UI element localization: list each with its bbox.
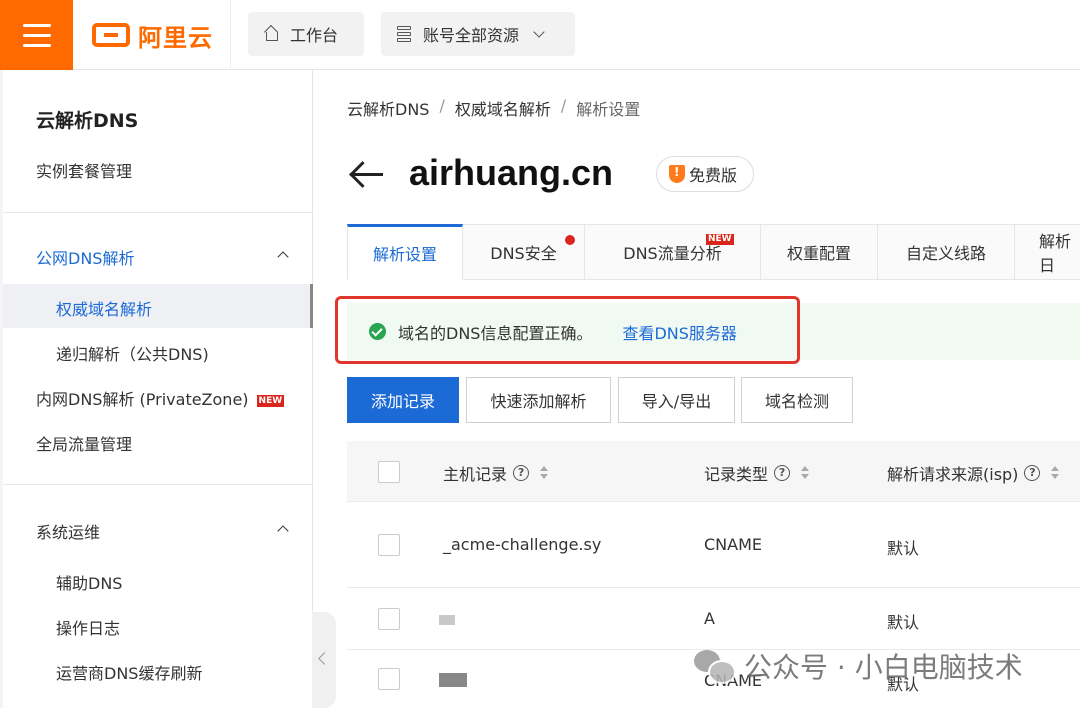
column-isp[interactable]: 解析请求来源(isp) ? xyxy=(887,461,1060,485)
column-type[interactable]: 记录类型 ? xyxy=(704,461,810,485)
watermark: 公众号 · 小白电脑技术 xyxy=(694,646,1023,686)
table-row: A 默认 xyxy=(347,588,1080,650)
row-checkbox[interactable] xyxy=(378,668,400,690)
logo-text: 阿里云 xyxy=(138,23,213,52)
tab-weight-config[interactable]: 权重配置 xyxy=(761,224,878,280)
resources-dropdown[interactable]: 账号全部资源 xyxy=(381,12,575,56)
sidebar-divider xyxy=(3,484,313,485)
breadcrumb-item[interactable]: 云解析DNS xyxy=(347,96,429,120)
sidebar: 云解析DNS 实例套餐管理 公网DNS解析 权威域名解析 递归解析（公共DNS)… xyxy=(0,70,313,708)
sidebar-item-label: 内网DNS解析 (PrivateZone) xyxy=(36,390,249,409)
column-host[interactable]: 主机记录 ? xyxy=(443,461,549,485)
help-icon[interactable]: ? xyxy=(513,465,530,481)
plan-badge-label: 免费版 xyxy=(689,166,738,185)
tab-resolve-log[interactable]: 解析日 xyxy=(1015,224,1080,280)
divider xyxy=(230,0,231,70)
sidebar-group-public-dns[interactable]: 公网DNS解析 xyxy=(36,245,134,269)
chevron-up-icon[interactable] xyxy=(277,251,289,263)
domain-check-button[interactable]: 域名检测 xyxy=(741,377,853,423)
aliyun-logo[interactable]: 阿里云 xyxy=(92,18,213,52)
watermark-text: 公众号 · 小白电脑技术 xyxy=(744,651,1023,684)
notification-dot xyxy=(565,235,575,245)
table-header: 主机记录 ? 记录类型 ? 解析请求来源(isp) ? xyxy=(347,441,1080,502)
tab-custom-lines[interactable]: 自定义线路 xyxy=(878,224,1015,280)
breadcrumb: 云解析DNS / 权威域名解析 / 解析设置 xyxy=(347,96,640,120)
row-checkbox[interactable] xyxy=(378,534,400,556)
workbench-button[interactable]: 工作台 xyxy=(248,12,364,56)
chevron-up-icon[interactable] xyxy=(277,525,289,537)
workbench-label: 工作台 xyxy=(290,26,339,45)
table-row: _acme-challenge.sy CNAME 默认 xyxy=(347,502,1080,588)
column-label: 记录类型 xyxy=(704,465,769,484)
home-icon xyxy=(264,26,280,42)
shield-icon xyxy=(669,165,685,183)
sidebar-item-operation-log[interactable]: 操作日志 xyxy=(56,615,120,639)
sidebar-divider xyxy=(3,212,313,213)
sidebar-item-authoritative-dns[interactable]: 权威域名解析 xyxy=(56,296,152,320)
type-cell: A xyxy=(704,609,715,628)
import-export-button[interactable]: 导入/导出 xyxy=(618,377,735,423)
chevron-down-icon xyxy=(533,26,545,38)
sidebar-item-isp-cache-refresh[interactable]: 运营商DNS缓存刷新 xyxy=(56,660,202,684)
tab-dns-security[interactable]: DNS安全 xyxy=(463,224,585,280)
sidebar-collapse-handle[interactable] xyxy=(312,612,336,708)
annotation-highlight-box xyxy=(335,296,800,364)
sidebar-item-instance-plans[interactable]: 实例套餐管理 xyxy=(36,158,132,182)
sidebar-title: 云解析DNS xyxy=(36,110,139,132)
hamburger-icon xyxy=(22,23,51,27)
select-all-checkbox[interactable] xyxy=(378,461,400,483)
sidebar-active-highlight xyxy=(3,284,313,328)
top-bar: 阿里云 工作台 账号全部资源 xyxy=(0,0,1080,70)
column-label: 解析请求来源(isp) xyxy=(887,465,1019,484)
sidebar-item-private-zone[interactable]: 内网DNS解析 (PrivateZone) NEW xyxy=(36,386,285,410)
wechat-icon xyxy=(694,650,736,684)
source-cell: 默认 xyxy=(887,539,920,558)
sidebar-item-secondary-dns[interactable]: 辅助DNS xyxy=(56,570,122,594)
quick-add-button[interactable]: 快速添加解析 xyxy=(466,377,611,423)
column-label: 主机记录 xyxy=(443,465,508,484)
page-title: airhuang.cn xyxy=(409,152,614,193)
sort-icon[interactable] xyxy=(1050,465,1060,481)
redacted-host xyxy=(439,673,467,687)
redacted-host xyxy=(439,615,455,625)
type-cell: CNAME xyxy=(704,535,762,554)
sort-icon[interactable] xyxy=(539,465,549,481)
breadcrumb-item[interactable]: 权威域名解析 xyxy=(455,96,551,120)
new-badge: NEW xyxy=(256,394,285,407)
back-arrow-icon[interactable] xyxy=(349,160,383,188)
aliyun-logo-icon xyxy=(92,23,130,47)
tab-resolve-settings[interactable]: 解析设置 xyxy=(347,224,463,280)
new-badge: NEW xyxy=(706,234,734,245)
breadcrumb-separator: / xyxy=(439,96,445,115)
tab-label: DNS安全 xyxy=(490,244,557,263)
sidebar-item-global-traffic[interactable]: 全局流量管理 xyxy=(36,431,132,455)
breadcrumb-current: 解析设置 xyxy=(576,100,641,119)
add-record-button[interactable]: 添加记录 xyxy=(347,377,459,423)
resources-icon xyxy=(397,26,413,42)
sidebar-group-system-ops[interactable]: 系统运维 xyxy=(36,519,100,543)
row-checkbox[interactable] xyxy=(378,608,400,630)
help-icon[interactable]: ? xyxy=(774,465,791,481)
breadcrumb-separator: / xyxy=(560,96,567,115)
sort-icon[interactable] xyxy=(800,465,810,481)
tab-dns-traffic-analysis[interactable]: DNS流量分析 NEW xyxy=(585,224,761,280)
tab-bar: 解析设置 DNS安全 DNS流量分析 NEW 权重配置 自定义线路 解析日 xyxy=(347,224,1080,280)
plan-badge: 免费版 xyxy=(656,156,754,192)
sidebar-item-recursive-dns[interactable]: 递归解析（公共DNS) xyxy=(56,341,209,365)
host-cell: _acme-challenge.sy xyxy=(443,535,602,554)
source-cell: 默认 xyxy=(887,613,920,632)
help-icon[interactable]: ? xyxy=(1024,465,1041,481)
menu-button[interactable] xyxy=(0,0,73,70)
resources-label: 账号全部资源 xyxy=(423,26,520,45)
